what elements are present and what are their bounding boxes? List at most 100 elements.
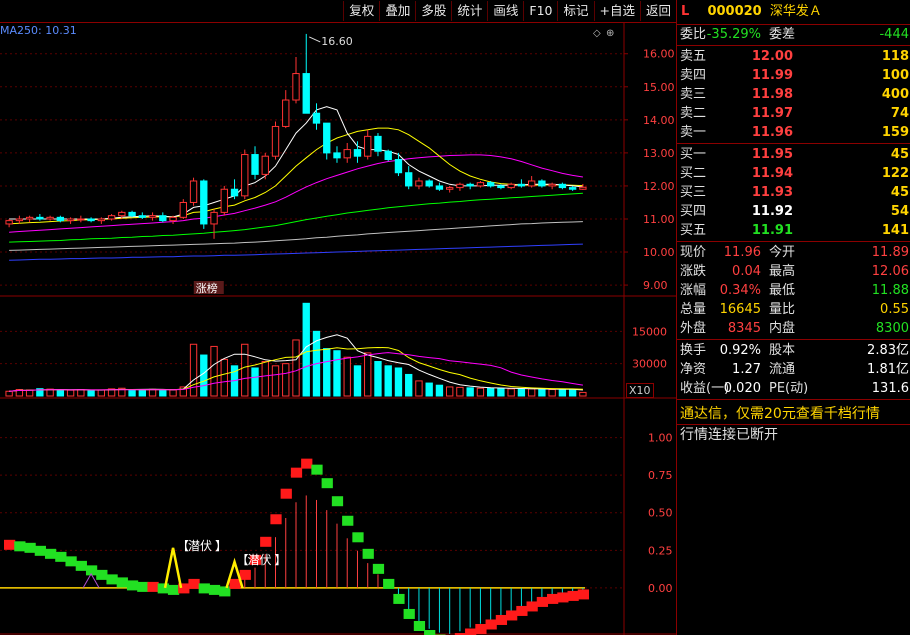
stat-label: 涨跌 — [680, 264, 707, 279]
volume-bar — [435, 384, 444, 397]
candle-body — [282, 99, 290, 127]
stat-value: 0.020 — [723, 381, 761, 396]
indicator-block — [506, 610, 518, 621]
toolbar-button-2[interactable]: 多股 — [415, 1, 451, 21]
signal-label: 潜伏 — [248, 553, 272, 567]
toolbar-button-6[interactable]: 标记 — [557, 1, 593, 21]
asks-price: 11.99 — [751, 68, 793, 83]
volume-bar — [446, 386, 454, 397]
candle-body — [568, 187, 577, 190]
bids-row[interactable]: 买三 11.93 45 — [677, 183, 910, 202]
divider — [677, 399, 910, 400]
max-price-label: 16.60 — [321, 35, 353, 48]
indicator-block — [219, 586, 231, 597]
candle-body — [527, 180, 536, 187]
volume-bar — [25, 389, 34, 397]
volume-bar — [486, 387, 495, 397]
asks-price: 11.98 — [751, 87, 793, 102]
candle-body — [138, 215, 146, 218]
toolbar-button-7[interactable]: +自选 — [593, 1, 640, 21]
asks-row[interactable]: 卖一 11.96 159 — [677, 123, 910, 142]
bids-price: 11.93 — [751, 185, 793, 200]
bids-row[interactable]: 买五 11.91 141 — [677, 221, 910, 240]
price-axis-label: 12.00 — [643, 180, 675, 193]
candle-body — [312, 112, 321, 124]
indicator-block — [321, 478, 333, 489]
toolbar-button-5[interactable]: F10 — [523, 1, 557, 21]
candle-body — [5, 220, 13, 225]
indicator-axis-label: 0.75 — [648, 469, 673, 482]
stat-value: 8345 — [727, 321, 761, 336]
stat-label: 收益(一) — [680, 381, 730, 396]
volume-bar — [97, 389, 106, 397]
volume-bar — [271, 365, 280, 397]
candle-body — [169, 216, 177, 222]
stat-value: 131.6 — [871, 381, 909, 396]
indicator-block — [311, 464, 323, 475]
chart-toolbar: 复权 叠加 多股 统计 画线 F10 标记 +自选 返回 — [0, 0, 676, 23]
stat-value: 11.96 — [723, 245, 761, 260]
volume-bar — [77, 389, 85, 397]
stat-label: 现价 — [680, 245, 707, 260]
toolbar-button-8[interactable]: 返回 — [639, 1, 676, 21]
toolbar-button-0[interactable]: 复权 — [343, 1, 379, 21]
volume-scale-label: X10 — [626, 383, 654, 398]
indicator-block — [116, 577, 128, 588]
bids-volume: 45 — [890, 147, 909, 162]
indicator-block — [137, 581, 149, 592]
candle-body — [210, 211, 218, 225]
indicator-block — [208, 584, 221, 595]
bids-row[interactable]: 买二 11.94 122 — [677, 164, 910, 183]
price-axis-label: 9.00 — [643, 279, 668, 292]
asks-row[interactable]: 卖三 11.98 400 — [677, 85, 910, 104]
stat-label: 今开 — [769, 245, 796, 260]
indicator-block — [188, 578, 200, 589]
toolbar-button-4[interactable]: 画线 — [487, 1, 523, 21]
toolbar-button-3[interactable]: 统计 — [451, 1, 487, 21]
candle-body — [466, 183, 474, 187]
volume-bar — [527, 388, 536, 397]
candle-body — [415, 180, 423, 187]
asks-level-label: 卖三 — [680, 87, 707, 102]
weicha-value: -444 — [879, 27, 909, 42]
bids-volume: 45 — [890, 185, 909, 200]
price-stats: 现价 11.96 今开 11.89 涨跌 0.04 最高 12.06 涨幅 0.34% 最低 11.8… — [677, 243, 910, 338]
volume-bar — [251, 367, 259, 397]
bids-row[interactable]: 买四 11.92 54 — [677, 202, 910, 221]
asks-row[interactable]: 卖五 12.00 118 — [677, 47, 910, 66]
bids-row[interactable]: 买一 11.95 45 — [677, 145, 910, 164]
indicator-block — [198, 583, 210, 594]
indicator-block — [557, 592, 569, 603]
ma120-line — [9, 221, 583, 251]
candle-body — [548, 183, 556, 187]
stat-label: 流通 — [769, 362, 796, 377]
ask-book: 卖五 12.00 118 卖四 11.99 100 卖三 11.98 400 卖二 11.97 74 卖… — [677, 47, 910, 142]
candle-body — [353, 149, 362, 157]
bids-level-label: 买二 — [680, 166, 707, 181]
promo-link[interactable]: 通达信，仅需20元查看千档行情 — [677, 401, 910, 424]
asks-level-label: 卖一 — [680, 125, 707, 140]
indicator-block — [372, 563, 385, 574]
kline-chart-area[interactable]: ◇ ⊕ 16.00 15.00 14.00 13.00 12.00 11.00 10.00 9.0… — [0, 22, 676, 635]
price-axis-label: 16.00 — [643, 48, 675, 61]
candle-body — [77, 218, 85, 221]
toolbar-button-1[interactable]: 叠加 — [379, 1, 415, 21]
volume-axis-label: 30000 — [632, 358, 667, 371]
indicator-block — [270, 514, 282, 525]
indicator-block — [465, 628, 477, 635]
candle-body — [507, 183, 515, 189]
bids-volume: 141 — [881, 223, 909, 238]
candle-body — [241, 154, 249, 197]
candle-body — [384, 150, 392, 161]
indicator-block — [547, 593, 559, 604]
indicator-block — [44, 548, 57, 559]
asks-row[interactable]: 卖四 11.99 100 — [677, 66, 910, 85]
stat-label: 涨幅 — [680, 283, 707, 298]
indicator-axis-label: 0.25 — [648, 544, 673, 557]
bids-level-label: 买五 — [680, 223, 707, 238]
weibi-label: 委比 — [680, 27, 707, 42]
weicha-label: 委差 — [769, 27, 796, 42]
divider — [677, 241, 910, 242]
signal-triangle — [163, 547, 183, 589]
asks-row[interactable]: 卖二 11.97 74 — [677, 104, 910, 123]
